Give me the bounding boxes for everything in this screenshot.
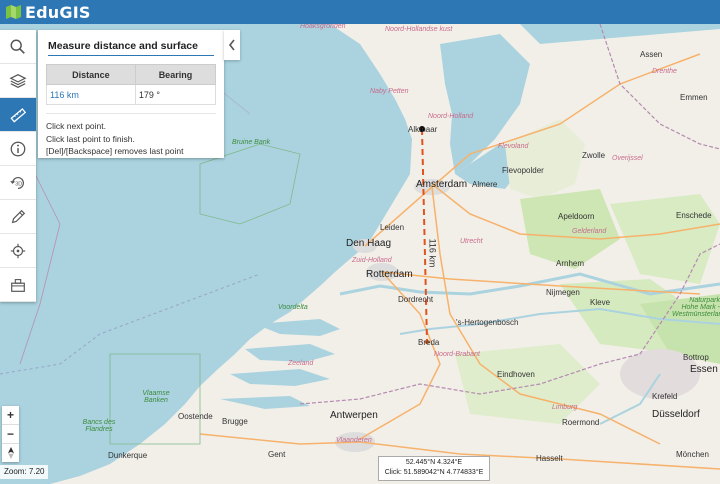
map-label: Krefeld xyxy=(652,392,678,401)
map-label: Eindhoven xyxy=(497,370,535,379)
click-coordinates: Click: 51.589042°N 4.774833°E xyxy=(384,469,484,476)
tool-sidebar: 3D xyxy=(0,30,36,302)
map-label: Antwerpen xyxy=(330,410,378,421)
map-label: Arnhem xyxy=(556,259,585,268)
map-label: Essen xyxy=(690,364,718,375)
map-label: Alkmaar xyxy=(408,125,438,134)
instruction-line: [Del]/[Backspace] removes last point xyxy=(46,146,184,156)
measure-distance-label: 116 km xyxy=(427,238,438,268)
map-label: Noord-Brabant xyxy=(434,351,480,358)
map-label: Nijmegen xyxy=(546,288,580,297)
map-label: Emmen xyxy=(680,93,708,102)
print-tool-button[interactable] xyxy=(0,268,36,302)
zoom-value: 7.20 xyxy=(28,467,45,476)
map-label: Dunkerque xyxy=(108,451,148,460)
map-label: Utrecht xyxy=(460,238,483,245)
instruction-line: Click last point to finish. xyxy=(46,133,135,144)
column-header-bearing: Bearing xyxy=(134,64,217,85)
map-label: Dordrecht xyxy=(398,295,434,304)
3d-rotate-icon: 3D xyxy=(10,176,24,189)
map-label: Vlaamse Banken xyxy=(142,390,170,404)
measure-tool-button[interactable] xyxy=(0,98,36,132)
map-label: Zuid-Holland xyxy=(352,257,392,264)
app-header: EduGIS xyxy=(0,0,720,24)
zoom-in-button[interactable]: + xyxy=(2,406,19,425)
map-label: Roermond xyxy=(562,418,600,427)
map-label: Assen xyxy=(640,50,663,59)
edugis-logo-icon xyxy=(6,5,22,19)
distance-value: 116 km xyxy=(46,84,136,105)
map-label: Almere xyxy=(472,180,498,189)
map-label: Mönchen xyxy=(676,450,709,459)
compass-button[interactable] xyxy=(2,444,19,462)
locate-tool-button[interactable] xyxy=(0,234,36,268)
search-tool-button[interactable] xyxy=(0,30,36,64)
compass-north-icon xyxy=(7,447,14,459)
info-icon xyxy=(10,141,26,156)
map-label: Rotterdam xyxy=(366,269,413,280)
map-label: Noord-Holland xyxy=(428,113,474,120)
app-logo[interactable]: EduGIS xyxy=(6,3,91,22)
map-label: Naturpark Hohe Mark - Westmünsterland xyxy=(672,297,720,318)
pencil-icon xyxy=(11,209,26,223)
map-label: Zeeland xyxy=(288,360,314,367)
3d-label: 3D xyxy=(15,181,22,187)
ruler-icon xyxy=(10,107,27,123)
map-label: Flevopolder xyxy=(502,166,544,175)
map-label: Bancs des Flandres xyxy=(82,419,116,433)
crosshair-icon xyxy=(10,243,26,258)
map-label: Hoaksgronden xyxy=(300,23,346,30)
info-tool-button[interactable] xyxy=(0,132,36,166)
map-label: Vlaanderen xyxy=(336,437,372,444)
map-label: Flevoland xyxy=(498,143,529,150)
cursor-coordinates: 52.445°N 4.324°E xyxy=(405,459,463,466)
zoom-label: Zoom: xyxy=(4,467,27,476)
map-label: Drenthe xyxy=(652,68,677,75)
map-label: Leiden xyxy=(380,223,405,232)
map-label: Limburg xyxy=(552,404,578,411)
instruction-line: Click next point. xyxy=(46,121,106,131)
map-label: Kleve xyxy=(590,298,611,307)
map-label: Naby Petten xyxy=(370,88,409,95)
map-label: Zwolle xyxy=(582,151,606,160)
coordinates-box: 52.445°N 4.324°E Click: 51.589042°N 4.77… xyxy=(378,456,490,481)
search-icon xyxy=(10,39,25,54)
map-label: Düsseldorf xyxy=(652,409,700,420)
map-label: Gelderland xyxy=(572,228,607,235)
map-label: Enschede xyxy=(676,211,712,220)
layers-tool-button[interactable] xyxy=(0,64,36,98)
zoom-readout: Zoom: 7.20 xyxy=(0,465,49,479)
measure-table: Distance Bearing 116 km 179 ° xyxy=(46,64,217,105)
map-label: Gent xyxy=(268,450,286,459)
chevron-left-icon xyxy=(228,39,235,51)
map-label: Noord-Hollandse kust xyxy=(385,26,453,33)
draw-tool-button[interactable] xyxy=(0,200,36,234)
map-label: Apeldoorn xyxy=(558,212,595,221)
map-label: Amsterdam xyxy=(416,179,468,190)
map-label: 's-Hertogenbosch xyxy=(456,318,519,327)
bearing-value: 179 ° xyxy=(134,84,217,105)
toolbox-icon xyxy=(11,278,25,292)
collapse-panel-button[interactable] xyxy=(224,30,240,60)
map-label: Brugge xyxy=(222,417,248,426)
map-label: Oostende xyxy=(178,412,213,421)
map-label: Voordelta xyxy=(278,304,308,311)
map-label: Hasselt xyxy=(536,454,563,463)
measure-panel-title: Measure distance and surface xyxy=(48,40,214,56)
zoom-out-button[interactable]: − xyxy=(2,425,19,444)
layers-icon xyxy=(9,73,27,88)
map-label: Overijssel xyxy=(612,155,643,162)
column-header-distance: Distance xyxy=(46,64,136,85)
app-title: EduGIS xyxy=(25,2,91,22)
table-row: 116 km 179 ° xyxy=(46,84,217,105)
map-label: Breda xyxy=(418,338,440,347)
map-label: Bottrop xyxy=(683,353,709,362)
map-label: Bruine Bank xyxy=(232,139,271,146)
3d-tool-button[interactable]: 3D xyxy=(0,166,36,200)
measure-panel: Measure distance and surface Distance Be… xyxy=(38,30,224,158)
zoom-control: + − xyxy=(2,406,19,462)
map-label: Den Haag xyxy=(346,238,392,249)
measure-instructions: Click next point. Click last point to fi… xyxy=(46,113,216,158)
